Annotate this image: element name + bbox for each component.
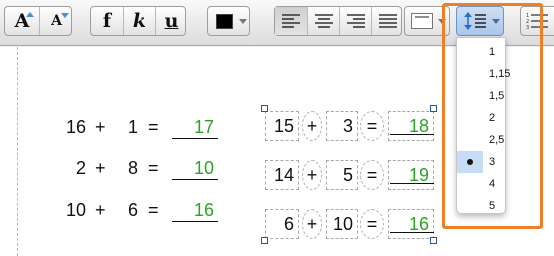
bold-label: f xyxy=(102,10,112,32)
shrink-arrow-icon xyxy=(61,13,69,18)
plus-sign-bubble[interactable]: + xyxy=(302,160,322,190)
equals-sign: = xyxy=(148,158,159,178)
increase-font-size-button[interactable]: A xyxy=(5,7,39,35)
answer: 10 xyxy=(193,158,214,178)
operand-b: 6 xyxy=(127,200,138,220)
font-size-group: A A xyxy=(4,6,72,36)
operand-b-box[interactable]: 3 xyxy=(326,111,358,141)
operand-b-box[interactable]: 5 xyxy=(326,160,358,190)
text-color-button[interactable] xyxy=(207,6,250,36)
underline-button[interactable]: u xyxy=(155,7,187,35)
equals-sign: = xyxy=(148,200,159,220)
selection-handle-bottom-right[interactable] xyxy=(430,237,437,244)
alignment-group xyxy=(274,6,402,36)
operand-a-box[interactable]: 6 xyxy=(265,209,299,239)
answer-box[interactable]: 19 xyxy=(388,160,434,190)
answer: 16 xyxy=(193,200,214,220)
grow-arrow-icon xyxy=(26,12,34,17)
align-left-icon xyxy=(282,14,300,28)
selection-handle-top-right[interactable] xyxy=(430,105,437,112)
equals-sign-bubble[interactable]: = xyxy=(360,209,384,239)
text-box-icon xyxy=(411,13,433,29)
align-center-button[interactable] xyxy=(307,7,339,35)
align-center-icon xyxy=(314,14,333,28)
decrease-font-size-button[interactable]: A xyxy=(39,7,73,35)
answer-line xyxy=(172,138,218,139)
answer-line xyxy=(390,183,434,184)
chevron-down-icon xyxy=(239,18,247,24)
plus-sign-bubble[interactable]: + xyxy=(302,111,322,141)
operand-a: 2 xyxy=(75,158,86,178)
justify-icon xyxy=(378,14,397,28)
selection-handle-bottom-left[interactable] xyxy=(261,237,268,244)
plus-sign-bubble[interactable]: + xyxy=(302,209,322,239)
bold-button[interactable]: f xyxy=(91,7,123,35)
operand-a: 16 xyxy=(65,117,86,137)
operand-a-box[interactable]: 14 xyxy=(265,160,299,190)
margin-guide xyxy=(17,47,18,256)
plus-sign: + xyxy=(95,158,106,178)
justify-button[interactable] xyxy=(371,7,403,35)
italic-label: k xyxy=(132,10,147,32)
plus-sign: + xyxy=(95,200,106,220)
equals-sign-bubble[interactable]: = xyxy=(360,160,384,190)
highlight-frame xyxy=(442,3,543,229)
align-right-icon xyxy=(346,14,365,28)
answer-line xyxy=(390,134,434,135)
underline-label: u xyxy=(164,10,179,32)
operand-b: 8 xyxy=(127,158,138,178)
selection-handle-top-left[interactable] xyxy=(261,105,268,112)
operand-b: 1 xyxy=(127,117,138,137)
answer-line xyxy=(390,232,434,233)
operand-a: 10 xyxy=(65,200,86,220)
align-right-button[interactable] xyxy=(339,7,371,35)
operand-b-box[interactable]: 10 xyxy=(326,209,358,239)
answer-line xyxy=(172,179,218,180)
answer-box[interactable]: 16 xyxy=(388,209,434,239)
italic-button[interactable]: k xyxy=(123,7,155,35)
text-style-group: f k u xyxy=(90,6,186,36)
answer-line xyxy=(172,221,218,222)
color-swatch xyxy=(216,13,233,29)
equals-sign-bubble[interactable]: = xyxy=(360,111,384,141)
answer: 17 xyxy=(193,117,214,137)
equals-sign: = xyxy=(148,117,159,137)
align-left-button[interactable] xyxy=(275,7,307,35)
answer-box[interactable]: 18 xyxy=(388,111,434,141)
operand-a-box[interactable]: 15 xyxy=(265,111,299,141)
plus-sign: + xyxy=(95,117,106,137)
